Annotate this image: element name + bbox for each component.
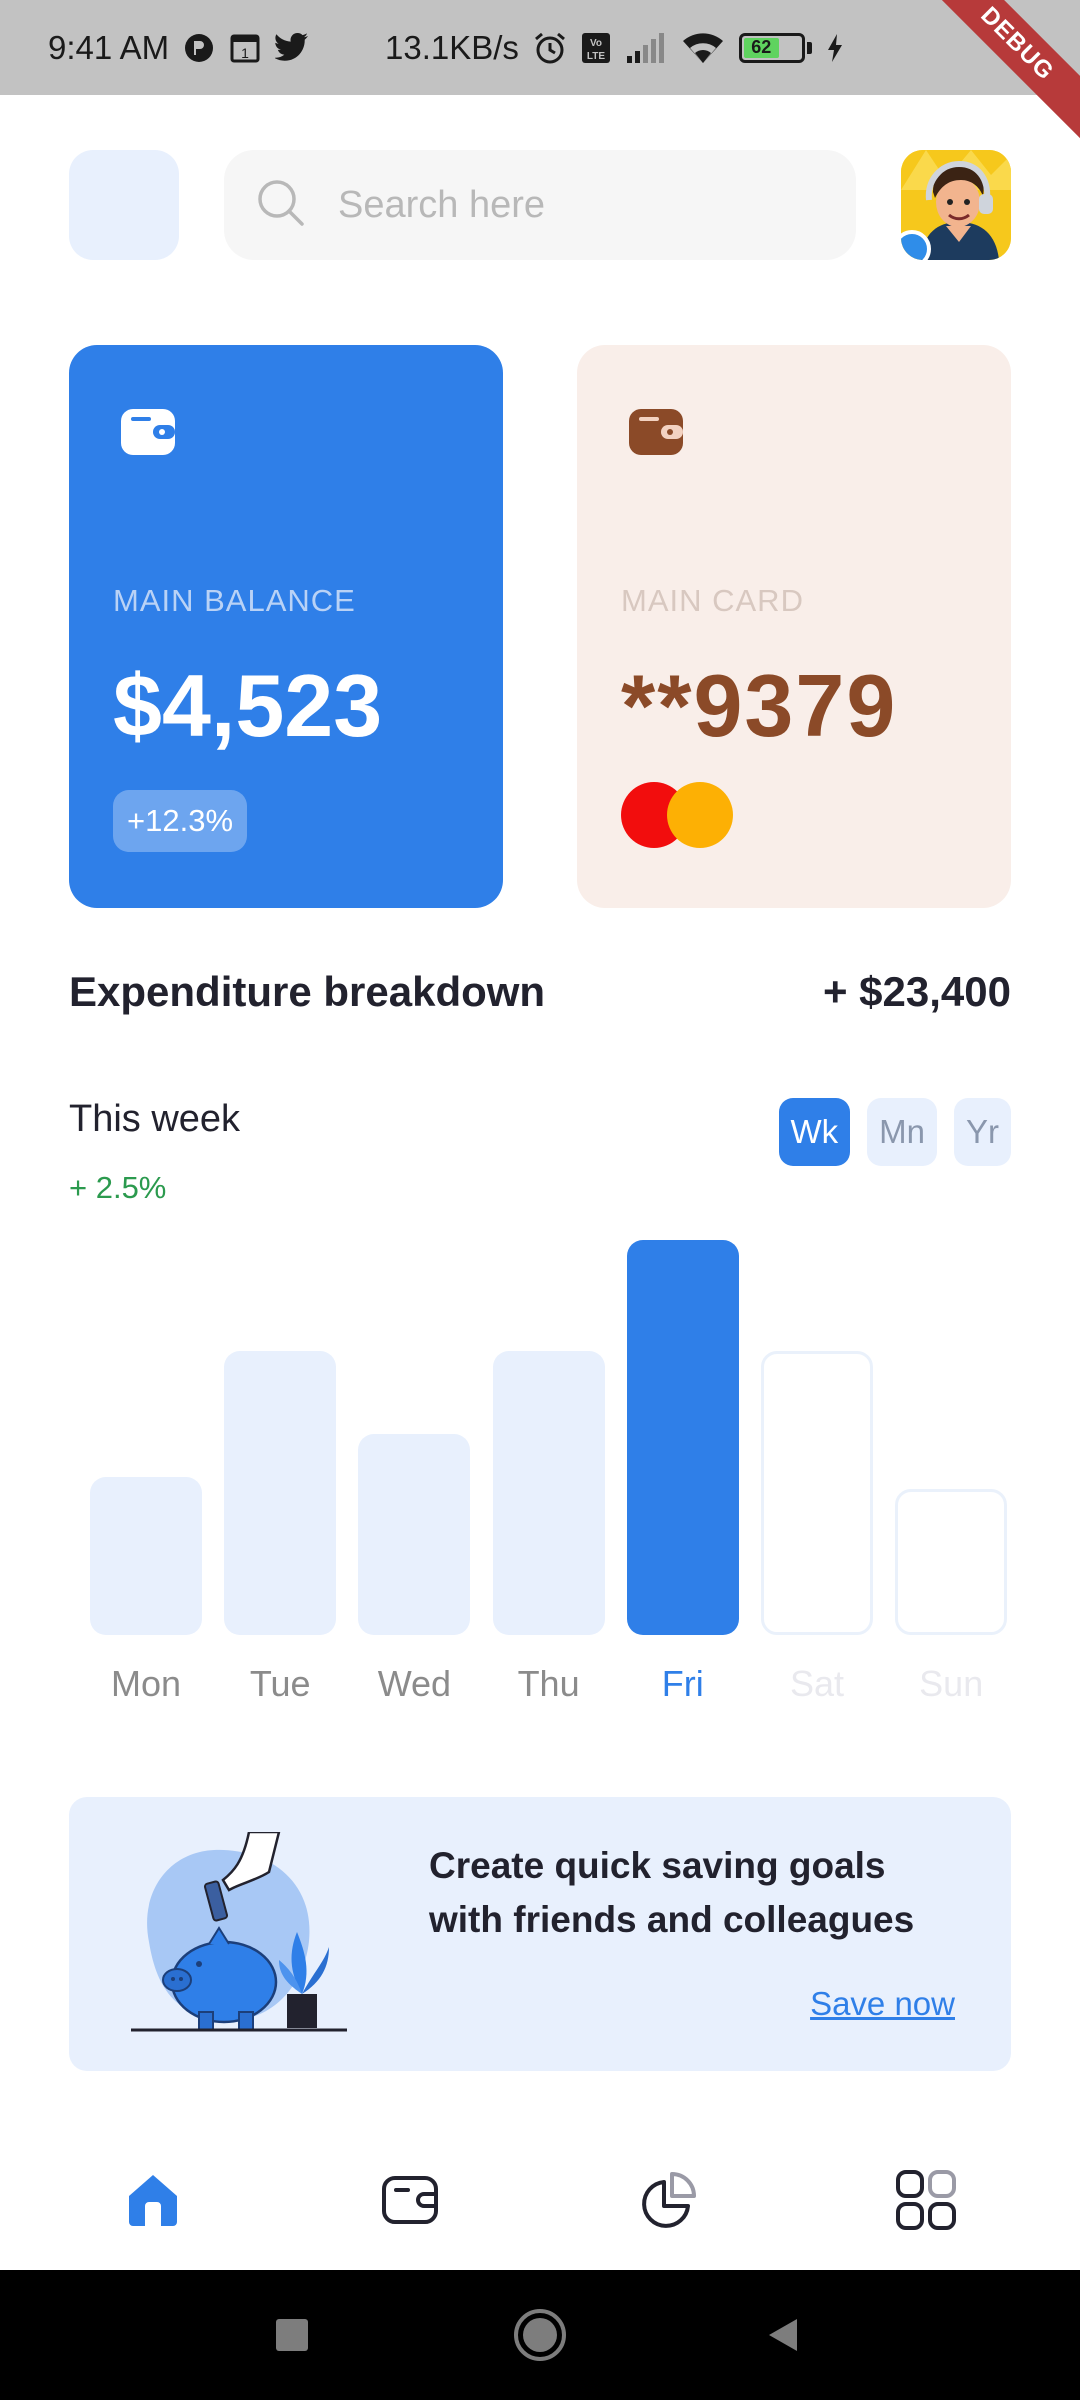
svg-text:1: 1 <box>241 45 249 61</box>
expenditure-total: + $23,400 <box>822 968 1011 1015</box>
promo-text: Create quick saving goals with friends a… <box>429 1845 915 1940</box>
expenditure-chart: Mon Tue Wed Thu Fri Sat Sun <box>69 1230 1011 1710</box>
chart-label-tue: Tue <box>249 1663 311 1704</box>
nav-home[interactable] <box>103 2150 203 2250</box>
volte-icon: Vo LTE <box>581 32 611 64</box>
period-label: This week <box>69 1098 241 1140</box>
notification-icon <box>183 32 215 64</box>
avatar[interactable] <box>901 150 1011 260</box>
nav-more[interactable] <box>876 2150 976 2250</box>
chart-label-fri: Fri <box>661 1663 704 1704</box>
wallet-icon <box>627 405 685 464</box>
chart-label-mon: Mon <box>110 1663 182 1704</box>
main-card[interactable]: MAIN CARD **9379 <box>577 345 1011 908</box>
chart-label-sun: Sun <box>919 1663 984 1704</box>
chart-label-sat: Sat <box>789 1663 845 1704</box>
network-speed: 13.1KB/s <box>385 28 519 66</box>
card-number: **9379 <box>621 656 898 755</box>
grid-icon <box>896 2170 956 2230</box>
bottom-navigation <box>0 2130 1080 2270</box>
card-label: MAIN CARD <box>621 583 804 618</box>
search-bar[interactable] <box>224 150 856 260</box>
wallet-icon <box>382 2176 438 2224</box>
menu-button[interactable] <box>69 150 179 260</box>
charging-icon <box>826 33 844 63</box>
main-balance-card[interactable]: MAIN BALANCE $4,523 +12.3% <box>69 345 503 908</box>
nav-wallet[interactable] <box>360 2150 460 2250</box>
svg-text:LTE: LTE <box>587 51 605 62</box>
balance-change-badge: +12.3% <box>113 790 248 852</box>
chart-bar-mon[interactable] <box>90 1477 202 1635</box>
mastercard-icon <box>621 782 733 848</box>
battery-icon: 62 <box>738 32 812 63</box>
chart-bar-fri[interactable] <box>626 1240 739 1635</box>
save-now-link[interactable]: Save now <box>810 1985 955 2023</box>
chart-bar-wed[interactable] <box>358 1433 471 1635</box>
svg-text:Vo: Vo <box>590 38 602 49</box>
signal-icon <box>625 32 667 64</box>
pie-chart-icon <box>642 2172 696 2228</box>
chart-bar-thu[interactable] <box>492 1350 605 1635</box>
chart-bar-sun[interactable] <box>895 1488 1008 1635</box>
alarm-icon <box>533 31 567 65</box>
balance-label: MAIN BALANCE <box>113 583 356 618</box>
status-bar: 9:41 AM 1 13.1KB/s Vo LTE 62 DEBUG <box>0 0 1080 148</box>
status-time: 9:41 AM <box>48 28 170 66</box>
header <box>69 150 1011 260</box>
twitter-icon <box>275 32 309 63</box>
expenditure-title: Expenditure breakdown <box>69 968 546 1015</box>
wallet-icon <box>119 405 177 464</box>
balance-amount: $4,523 <box>113 656 383 755</box>
home-button-icon[interactable] <box>505 2300 575 2370</box>
period-tabs: Wk Mn Yr <box>778 1098 1011 1166</box>
period-change: + 2.5% <box>69 1170 167 1205</box>
search-icon <box>256 178 306 233</box>
tab-week[interactable]: Wk <box>778 1098 851 1166</box>
chart-bar-sat[interactable] <box>761 1350 873 1635</box>
savings-promo-card: Create quick saving goals with friends a… <box>69 1797 1011 2071</box>
piggy-bank-illustration <box>131 1832 347 2032</box>
search-input[interactable] <box>338 183 818 227</box>
wifi-icon <box>681 31 725 65</box>
home-icon <box>129 2175 177 2226</box>
tab-month[interactable]: Mn <box>867 1098 937 1166</box>
debug-banner: DEBUG <box>913 0 1080 148</box>
chart-label-wed: Wed <box>377 1663 452 1704</box>
chart-bar-tue[interactable] <box>224 1350 337 1635</box>
battery-level: 62 <box>743 37 779 58</box>
calendar-icon: 1 <box>229 32 261 64</box>
chart-label-thu: Thu <box>517 1663 580 1704</box>
tab-year[interactable]: Yr <box>954 1098 1011 1166</box>
system-navigation-bar <box>0 2270 1080 2400</box>
recents-icon[interactable] <box>257 2300 327 2370</box>
back-icon[interactable] <box>748 2300 818 2370</box>
nav-analytics[interactable] <box>618 2150 718 2250</box>
